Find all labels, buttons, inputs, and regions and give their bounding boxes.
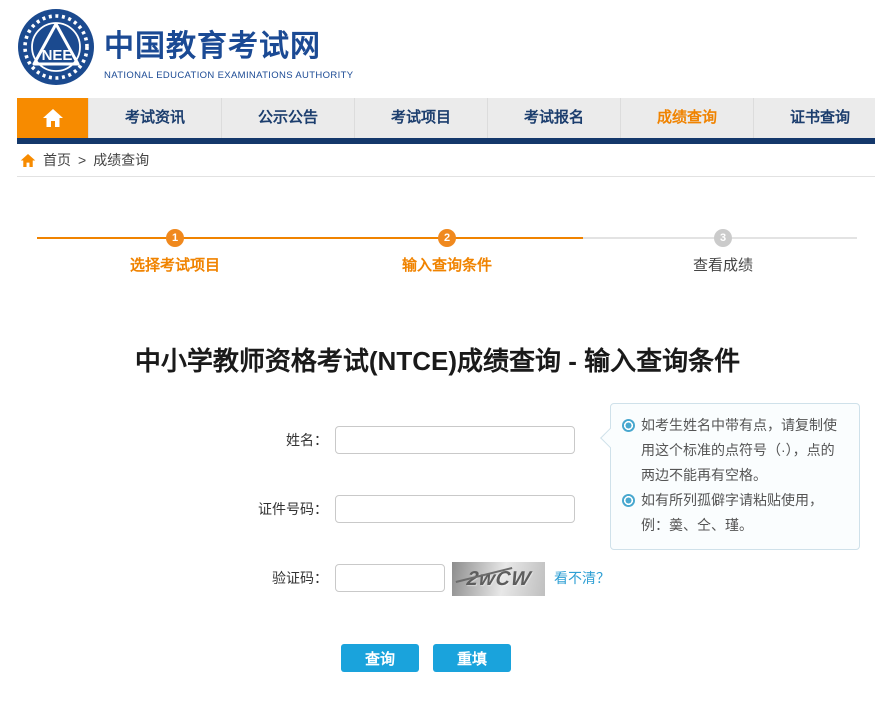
id-number-input[interactable]: [335, 495, 575, 523]
main-nav: 考试资讯 公示公告 考试项目 考试报名 成绩查询 证书查询: [17, 98, 875, 138]
nav-item-exam-programs[interactable]: 考试项目: [354, 98, 487, 138]
tooltip-arrow: [600, 428, 620, 448]
name-input[interactable]: [335, 426, 575, 454]
name-label: 姓名：: [286, 432, 328, 448]
site-subtitle: NATIONAL EDUCATION EXAMINATIONS AUTHORIT…: [104, 70, 354, 81]
site-title: 中国教育考试网: [104, 30, 321, 63]
breadcrumb-home-icon: [20, 153, 36, 167]
step-3-label: 查看成绩: [692, 257, 754, 274]
id-number-label: 证件号码：: [258, 501, 328, 517]
nav-item-score-query[interactable]: 成绩查询: [620, 98, 753, 138]
breadcrumb: 首页 > 成绩查询: [20, 145, 149, 175]
breadcrumb-current: 成绩查询: [93, 152, 150, 168]
query-button[interactable]: 查询: [341, 644, 419, 672]
tooltip-item-dot-rule: 如考生姓名中带有点，请复制使用这个标准的点符号（·），点的两边不能再有空格。: [622, 413, 848, 488]
captcha-refresh-link[interactable]: 看不清？: [554, 564, 610, 592]
page: NEE 中国教育考试网 NATIONAL EDUCATION EXAMINATI…: [0, 0, 875, 712]
captcha-image[interactable]: 2wCW: [452, 562, 545, 596]
step-1-circle: 1: [166, 229, 184, 247]
svg-text:NEE: NEE: [42, 47, 73, 64]
home-icon: [42, 109, 63, 127]
breadcrumb-divider: [17, 176, 875, 177]
reset-button[interactable]: 重填: [433, 644, 511, 672]
step-1-label: 选择考试项目: [129, 257, 221, 274]
nav-item-exam-info[interactable]: 考试资讯: [88, 98, 221, 138]
step-2-label: 输入查询条件: [401, 257, 493, 274]
breadcrumb-home-link[interactable]: 首页: [43, 150, 71, 170]
tooltip-text-dot-rule: 如考生姓名中带有点，请复制使用这个标准的点符号（·），点的两边不能再有空格。: [641, 417, 837, 483]
neea-logo-icon[interactable]: NEE: [16, 7, 96, 87]
page-title: 中小学教师资格考试(NTCE)成绩查询 - 输入查询条件: [134, 346, 741, 376]
step-3-circle: 3: [714, 229, 732, 247]
neea-emblem: NEE: [18, 9, 94, 85]
nav-item-certificate-query[interactable]: 证书查询: [753, 98, 875, 138]
bullet-icon: [622, 494, 635, 507]
site-brand: 中国教育考试网 NATIONAL EDUCATION EXAMINATIONS …: [104, 21, 353, 81]
nav-item-announcements[interactable]: 公示公告: [221, 98, 354, 138]
tooltip-item-rare-chars: 如有所列孤僻字请粘贴使用，例：羮、仝、瑾。: [622, 488, 848, 538]
captcha-label: 验证码：: [272, 570, 328, 586]
breadcrumb-separator: >: [78, 152, 87, 168]
nav-bottom-strip: [17, 138, 875, 144]
nav-item-exam-registration[interactable]: 考试报名: [487, 98, 620, 138]
bullet-icon: [622, 419, 635, 432]
captcha-input[interactable]: [335, 564, 445, 592]
step-track-completed: [37, 237, 583, 239]
nav-home-button[interactable]: [17, 98, 88, 138]
name-hint-tooltip: 如考生姓名中带有点，请复制使用这个标准的点符号（·），点的两边不能再有空格。 如…: [600, 403, 860, 550]
tooltip-text-rare-chars: 如有所列孤僻字请粘贴使用，例：羮、仝、瑾。: [641, 492, 823, 533]
step-2-circle: 2: [438, 229, 456, 247]
